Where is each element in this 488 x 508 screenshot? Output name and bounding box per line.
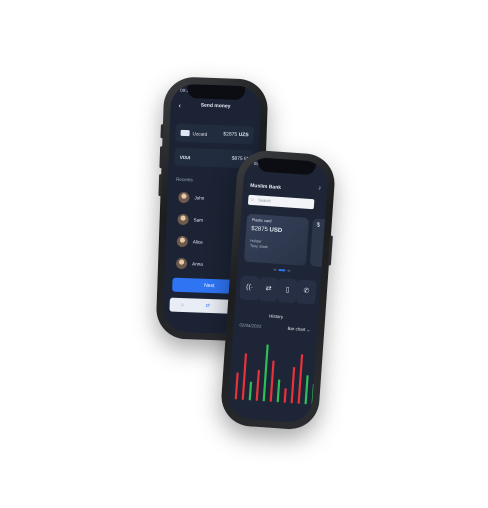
quick-actions: ((· ⇄ ▯ ✆ — [239, 275, 317, 305]
contact-name: Anna — [192, 260, 203, 267]
avatar — [175, 257, 188, 269]
contact-item[interactable]: Alice — [172, 232, 227, 252]
chart-bar — [290, 367, 296, 404]
history-title: History — [268, 313, 284, 320]
chart-bar — [276, 379, 281, 403]
history-date[interactable]: 02/04/2022 — [239, 322, 261, 329]
chart-bar — [297, 354, 304, 404]
volume-up-button — [159, 146, 164, 169]
chart-bar — [234, 372, 239, 400]
chart-bar — [283, 388, 287, 403]
back-arrow-icon[interactable]: ‹ — [178, 102, 181, 112]
card-name: VISA — [179, 154, 191, 160]
bank-name: Muslim Bank — [249, 182, 282, 191]
contact-name: Sam — [193, 216, 204, 223]
search-input[interactable]: ⌕ Search — [247, 194, 315, 210]
phone-icon[interactable]: ✆ — [296, 279, 317, 305]
chart-bar — [248, 381, 253, 401]
send-money-header: ‹ Send money — [170, 101, 260, 116]
contact-item[interactable]: Sam — [172, 210, 227, 230]
chart-type-select[interactable]: Bar chart ⌄ — [287, 326, 310, 334]
notch — [186, 84, 246, 101]
transfer-icon[interactable]: ⇄ — [258, 276, 279, 302]
bank-dashboard-screen: 09:20 Muslim Bank ♪ ⌕ Search Plastic car… — [226, 156, 330, 424]
carousel-indicator — [273, 268, 291, 272]
carousel-dot-active — [278, 268, 286, 272]
card-balance: $2875 USD — [250, 225, 283, 235]
home-icon[interactable]: ⌂ — [181, 302, 184, 308]
volume-down-button — [158, 174, 163, 197]
plastic-card[interactable]: Plastic card $2875 USD Holder Tony Stark — [243, 213, 310, 266]
contactless-icon[interactable]: ((· — [239, 275, 260, 301]
contact-item[interactable]: Anna — [171, 254, 226, 274]
power-button — [327, 235, 333, 266]
search-placeholder: Search — [258, 197, 272, 204]
card-name: Uzcard — [192, 130, 208, 137]
carousel-dot — [273, 268, 277, 271]
avatar — [178, 191, 190, 203]
search-icon: ⌕ — [251, 196, 255, 204]
chart-bar — [255, 369, 260, 401]
card-uzcard[interactable]: Uzcard $2875 UZS — [175, 123, 254, 145]
chevron-down-icon: ⌄ — [306, 327, 311, 333]
side-button — [160, 124, 164, 139]
history-bar-chart — [234, 344, 316, 405]
chart-bar — [262, 344, 269, 402]
contact-item[interactable]: John — [173, 188, 228, 208]
chart-bar — [311, 384, 316, 405]
carousel-dot — [287, 269, 291, 272]
mobile-icon[interactable]: ▯ — [277, 278, 298, 304]
chart-bar — [241, 353, 248, 400]
page-title: Send money — [200, 102, 231, 110]
contact-name: Alice — [192, 238, 203, 245]
transfer-icon[interactable]: ⇄ — [206, 303, 210, 309]
second-card-amount: $ — [316, 222, 321, 229]
card-amount: $2875 UZS — [223, 131, 249, 139]
contact-name: John — [194, 194, 205, 201]
bell-icon[interactable]: ♪ — [318, 186, 321, 192]
chart-bar — [304, 375, 309, 405]
recents-label: Recents — [175, 176, 193, 183]
card-icon — [180, 129, 190, 137]
avatar — [177, 213, 189, 225]
card-label: Plastic card — [251, 218, 272, 224]
notch — [257, 157, 317, 176]
chart-bar — [269, 360, 275, 402]
phone-bank-dashboard: 09:20 Muslim Bank ♪ ⌕ Search Plastic car… — [219, 148, 337, 432]
avatar — [176, 235, 189, 247]
second-card[interactable]: $ — [309, 218, 330, 268]
chart-type-label: Bar chart — [287, 325, 306, 333]
